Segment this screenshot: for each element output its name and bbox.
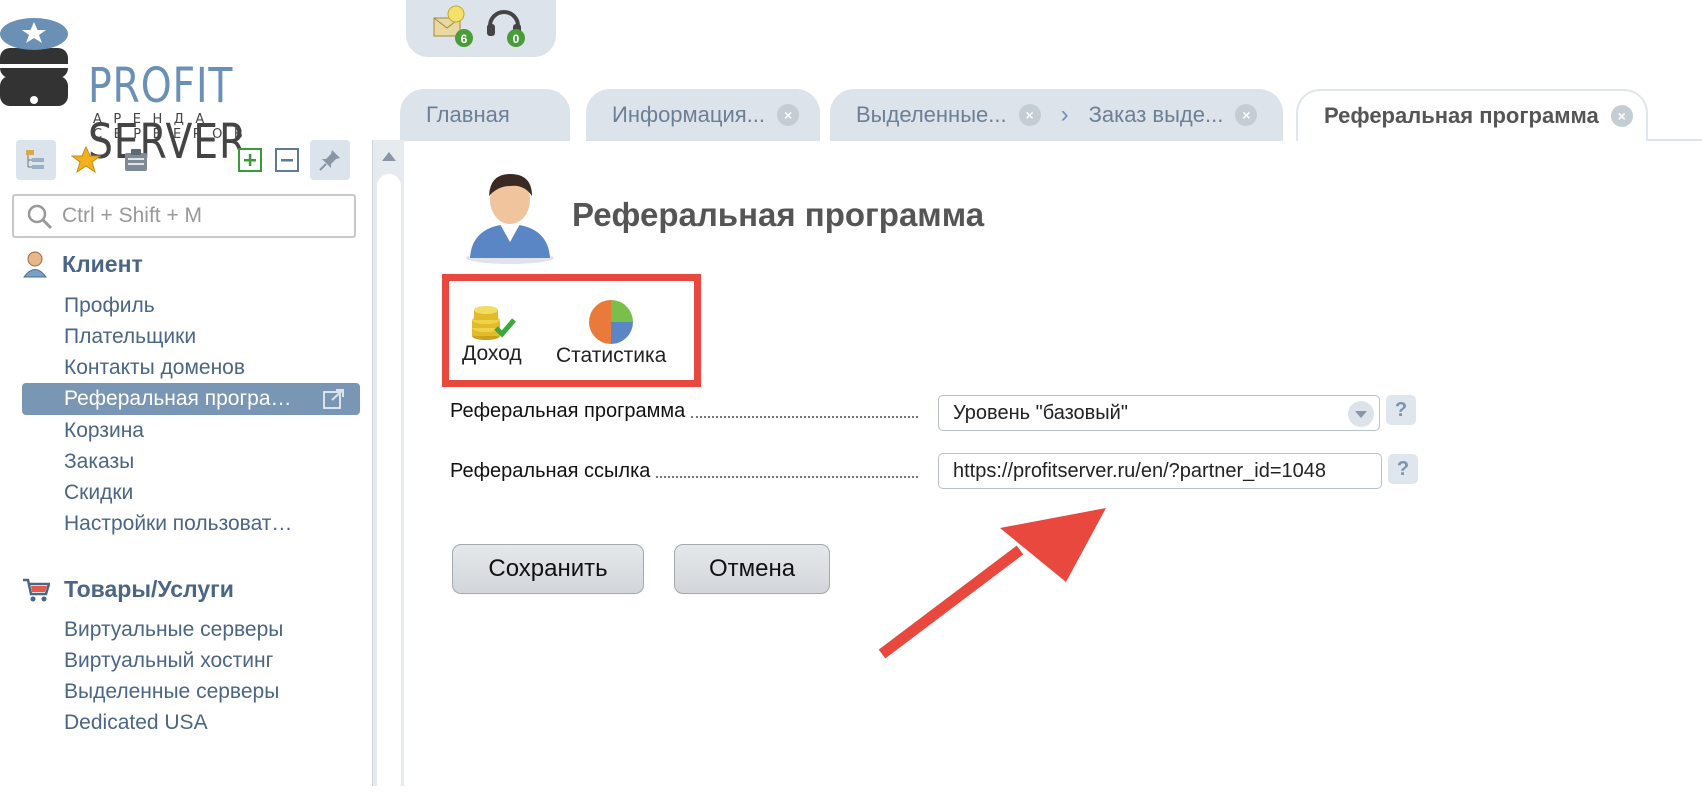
- sidebar-item-orders[interactable]: Заказы: [64, 446, 134, 478]
- statistics-button[interactable]: Статистика: [556, 298, 666, 368]
- search-placeholder: Ctrl + Shift + M: [62, 204, 203, 227]
- scroll-up-arrow-icon[interactable]: [382, 152, 396, 161]
- user-icon: [23, 251, 47, 278]
- scrollbar-thumb[interactable]: [377, 174, 401, 794]
- tab-home[interactable]: Главная: [400, 89, 570, 141]
- group-title: Товары/Услуги: [64, 576, 234, 602]
- pin-sidebar-button[interactable]: [310, 140, 350, 180]
- sidebar-group-products[interactable]: Товары/Услуги: [22, 576, 234, 603]
- external-link-icon[interactable]: [322, 388, 346, 410]
- referral-level-select[interactable]: Уровень "базовый": [938, 395, 1380, 431]
- user-avatar-icon: [466, 174, 554, 264]
- sidebar-item-dedicated-usa[interactable]: Dedicated USA: [64, 707, 208, 739]
- tab-label: Главная: [426, 102, 510, 127]
- tab-divider: [1648, 139, 1702, 141]
- statistics-label: Статистика: [556, 344, 667, 367]
- sidebar-item-payers[interactable]: Плательщики: [64, 321, 196, 353]
- clipboard-icon: [125, 149, 147, 171]
- tab-bar: Главная Информация... × Выделенные... × › …: [400, 89, 1702, 141]
- mail-badge: 6: [461, 32, 468, 46]
- pin-icon: [319, 150, 340, 171]
- referral-link-label: Реферальная ссылка: [450, 460, 918, 483]
- tab-label: Реферальная программа: [1324, 103, 1599, 128]
- tab-referral-program[interactable]: Реферальная программа ×: [1296, 89, 1648, 141]
- server-stack-logo-icon: [0, 18, 68, 106]
- sidebar-group-client[interactable]: Клиент: [22, 250, 143, 278]
- favorites-button[interactable]: [66, 140, 106, 180]
- chevron-down-icon[interactable]: [1348, 401, 1374, 427]
- support-badge: 0: [513, 32, 520, 46]
- income-label: Доход: [462, 342, 522, 365]
- tree-view-button[interactable]: [16, 140, 56, 180]
- save-button[interactable]: Сохранить: [452, 544, 644, 594]
- tab-label: Выделенные...: [856, 102, 1007, 127]
- sidebar-item-user-settings[interactable]: Настройки пользоват…: [64, 508, 292, 540]
- page-title: Реферальная программа: [572, 196, 985, 233]
- sidebar-item-virtual-hosting[interactable]: Виртуальный хостинг: [64, 645, 273, 677]
- sidebar: Ctrl + Shift + M Клиент Профиль Плательщ…: [0, 140, 372, 786]
- mail-notification-icon: 6: [433, 5, 473, 47]
- close-icon[interactable]: ×: [1235, 104, 1258, 126]
- tab-information[interactable]: Информация... ×: [586, 89, 820, 141]
- tree-list-icon: [26, 150, 44, 169]
- sidebar-scrollbar[interactable]: [372, 140, 404, 794]
- chevron-right-icon: ›: [1060, 101, 1069, 128]
- sidebar-item-label: Реферальная програ…: [64, 387, 292, 410]
- coins-icon: [471, 306, 516, 340]
- pie-chart-icon: [589, 300, 634, 344]
- brand-logo: PROFIT SERVER АРЕНДА СЕРВЕРОВ: [0, 18, 370, 170]
- close-icon[interactable]: ×: [1610, 105, 1633, 127]
- top-notification-bar: 6 0: [406, 0, 556, 57]
- sidebar-item-discounts[interactable]: Скидки: [64, 477, 133, 509]
- label-text: Реферальная ссылка: [450, 460, 651, 482]
- search-input[interactable]: Ctrl + Shift + M: [12, 194, 356, 238]
- tab-label: Заказ выде...: [1088, 102, 1224, 127]
- close-icon[interactable]: ×: [777, 104, 800, 126]
- plus-square-icon: [238, 148, 262, 172]
- search-icon: [27, 204, 53, 230]
- support-button[interactable]: 0: [484, 4, 528, 48]
- cancel-button[interactable]: Отмена: [674, 544, 830, 594]
- minus-square-icon: [275, 148, 299, 172]
- sidebar-toolbar: [16, 140, 376, 180]
- mail-notification-button[interactable]: 6: [432, 4, 476, 48]
- collapse-all-button[interactable]: [267, 140, 307, 180]
- sidebar-item-dedicated-servers[interactable]: Выделенные серверы: [64, 676, 279, 708]
- brand-tagline: АРЕНДА СЕРВЕРОВ: [93, 112, 255, 142]
- annotation-arrow-icon: [878, 508, 1106, 659]
- close-icon[interactable]: ×: [1018, 104, 1041, 126]
- star-icon: [71, 145, 101, 174]
- expand-all-button[interactable]: [230, 140, 270, 180]
- sidebar-item-cart[interactable]: Корзина: [64, 415, 144, 447]
- group-title: Клиент: [62, 250, 143, 277]
- shopping-cart-icon: [23, 578, 50, 601]
- tab-dedicated[interactable]: Выделенные... × › Заказ выде... ×: [830, 89, 1283, 141]
- referral-link-field[interactable]: https://profitserver.ru/en/?partner_id=1…: [938, 453, 1382, 489]
- tab-label: Информация...: [612, 102, 766, 127]
- label-text: Реферальная программа: [450, 400, 686, 422]
- clipboard-button[interactable]: [116, 140, 156, 180]
- help-icon[interactable]: ?: [1386, 395, 1416, 425]
- sidebar-item-vps[interactable]: Виртуальные серверы: [64, 614, 283, 646]
- support-headset-icon: 0: [487, 10, 525, 47]
- select-value: Уровень "базовый": [953, 401, 1128, 424]
- help-icon[interactable]: ?: [1388, 454, 1418, 484]
- sidebar-item-profile[interactable]: Профиль: [64, 290, 155, 322]
- referral-program-label: Реферальная программа: [450, 400, 918, 423]
- sidebar-item-domain-contacts[interactable]: Контакты доменов: [64, 352, 245, 384]
- sidebar-item-referral-program[interactable]: Реферальная програ…: [22, 383, 360, 415]
- income-button[interactable]: Доход: [462, 298, 522, 366]
